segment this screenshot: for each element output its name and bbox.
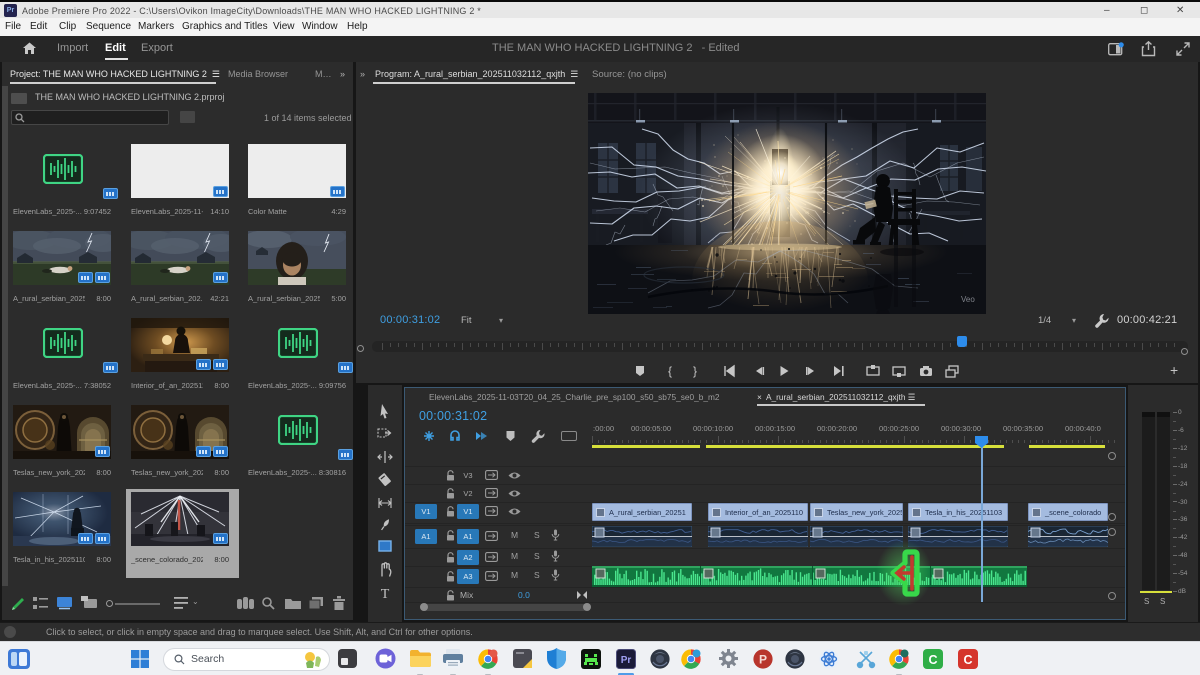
svg-text:}: } (693, 364, 697, 378)
svg-text:Veo: Veo (961, 295, 975, 304)
svg-text:Pr: Pr (621, 655, 632, 666)
svg-text:C: C (928, 653, 937, 667)
svg-text:C: C (963, 653, 972, 667)
svg-text:P: P (759, 653, 767, 667)
svg-text:T: T (381, 587, 390, 601)
svg-text:{: { (668, 364, 672, 378)
